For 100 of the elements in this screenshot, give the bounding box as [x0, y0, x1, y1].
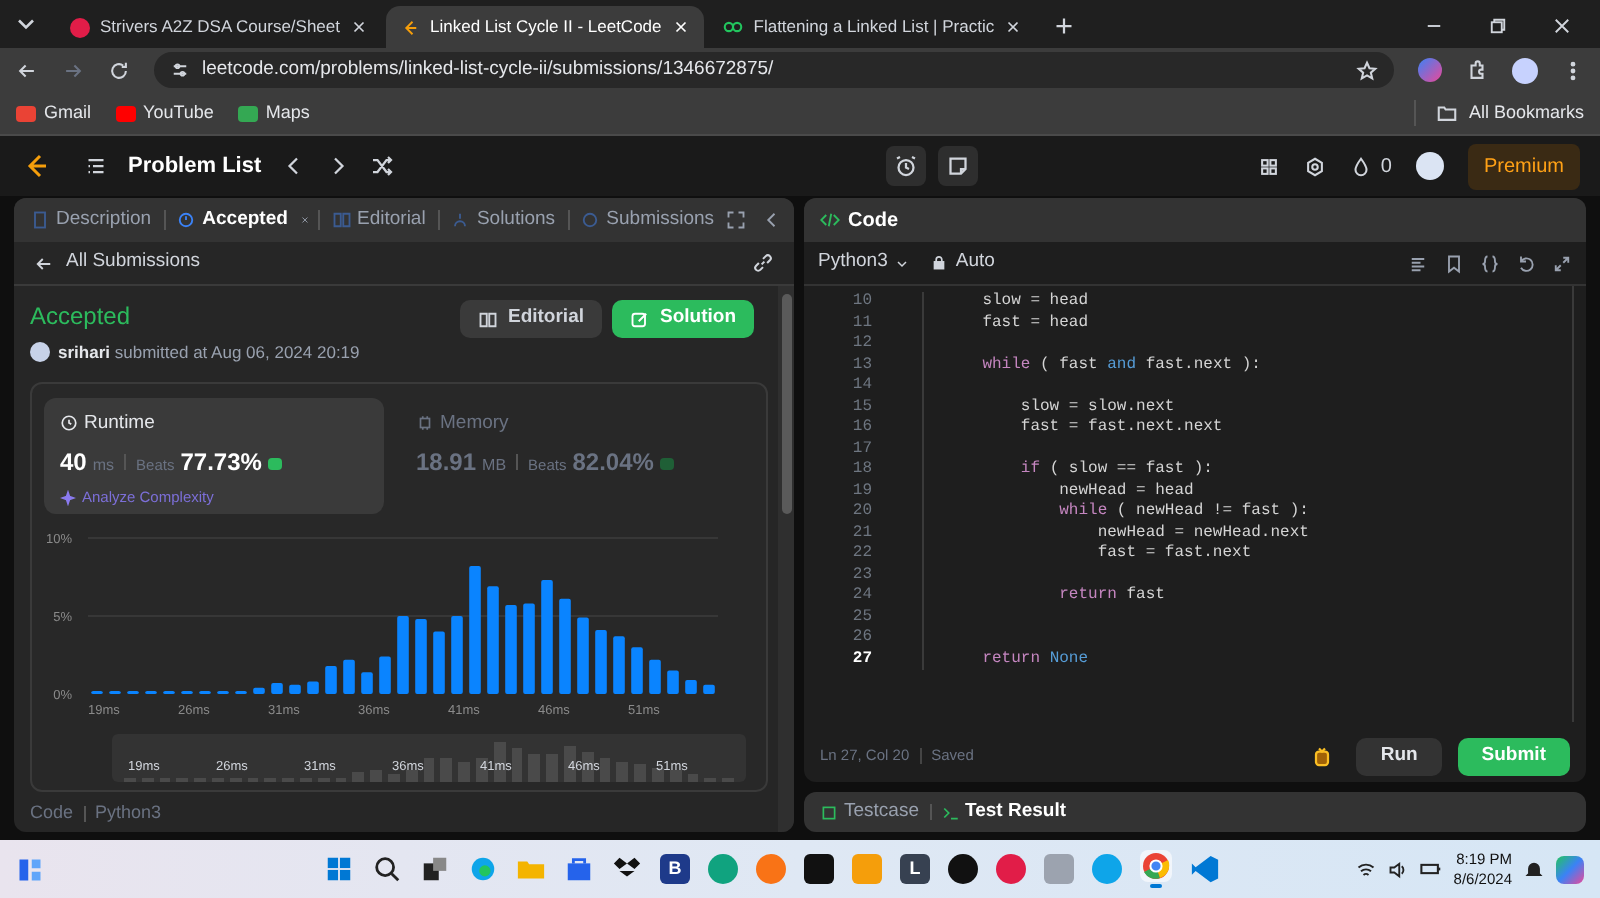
wifi-icon[interactable] [1355, 859, 1376, 879]
back-icon[interactable] [16, 59, 38, 81]
chrome-icon[interactable] [1140, 850, 1172, 882]
app-icon[interactable] [804, 854, 834, 884]
trophy-icon [267, 458, 282, 470]
close-icon[interactable] [350, 18, 368, 36]
problem-list-link[interactable]: Problem List [128, 149, 262, 183]
browser-tab[interactable]: Linked List Cycle II - LeetCode [386, 6, 704, 48]
windows-icon[interactable] [324, 854, 354, 884]
all-submissions-link[interactable]: All Submissions [66, 248, 201, 278]
bookmark-link[interactable]: YouTube [143, 99, 214, 127]
extension-icon[interactable] [1418, 58, 1442, 82]
speaker-icon[interactable] [1387, 859, 1408, 879]
app-icon[interactable]: B [660, 854, 690, 884]
bar[interactable] [649, 659, 661, 694]
scrollbar[interactable] [778, 286, 794, 832]
bar[interactable] [343, 659, 355, 694]
bar[interactable] [289, 684, 301, 694]
circle-icon [580, 210, 601, 230]
avatar-icon[interactable] [1512, 57, 1538, 83]
code-editor-icon[interactable] [1190, 854, 1220, 884]
bookmark-icon[interactable] [1444, 253, 1464, 273]
editorial-button[interactable]: Editorial [459, 300, 602, 338]
console-tab[interactable]: Testcase [820, 797, 919, 827]
alarm-clock-icon [893, 154, 918, 178]
link-icon[interactable] [752, 252, 774, 274]
close-icon[interactable] [1552, 16, 1572, 36]
new-tab-icon[interactable] [1052, 14, 1077, 38]
panel-tab[interactable]: Submissions [576, 205, 719, 235]
line-number: 17 [850, 437, 874, 461]
console-tab[interactable]: Test Result [941, 797, 1067, 827]
bar[interactable] [307, 681, 319, 694]
line-number: 19 [850, 479, 874, 503]
close-icon[interactable] [671, 18, 690, 36]
edit-icon [630, 309, 650, 329]
premium-button[interactable]: Premium [1467, 143, 1580, 189]
app-icon[interactable]: L [900, 854, 930, 884]
reset-icon[interactable] [1516, 253, 1536, 273]
star-icon[interactable] [1356, 59, 1378, 81]
bell-icon[interactable] [1524, 859, 1544, 879]
browser-tab[interactable]: Flattening a Linked List | Practic [707, 6, 1037, 48]
line-number: 15 [850, 395, 874, 419]
close-icon[interactable] [1004, 18, 1023, 36]
browser-icon[interactable] [468, 854, 498, 884]
footer-label: Code [30, 799, 74, 826]
expand-icon[interactable] [1552, 253, 1572, 273]
tab-title: Flattening a Linked List | Practic [753, 14, 995, 40]
bar[interactable] [631, 646, 643, 694]
line-number: 14 [850, 374, 874, 399]
settings-icon[interactable] [1304, 155, 1327, 177]
copilot-icon[interactable] [1556, 855, 1584, 883]
bar[interactable] [271, 682, 283, 694]
address-field[interactable]: leetcode.com/problems/linked-list-cycle-ii/submissions/1346672875/ [154, 52, 1394, 88]
puzzle-icon[interactable] [1466, 59, 1488, 81]
forward-icon[interactable] [62, 59, 84, 81]
timer-button[interactable] [885, 146, 926, 186]
bar[interactable] [685, 679, 697, 694]
browser-tab[interactable]: Strivers A2Z DSA Course/Sheet [56, 6, 382, 48]
metric-value: 40 [60, 446, 87, 480]
panel-tab[interactable]: Accepted [172, 205, 292, 235]
line-number: 22 [850, 542, 874, 567]
braces-icon[interactable] [1480, 253, 1500, 273]
checkbox-icon [820, 803, 838, 821]
bar[interactable] [667, 670, 679, 694]
notes-button[interactable] [937, 146, 978, 186]
grid-icon[interactable] [1258, 155, 1281, 177]
shopping-bag-icon[interactable] [564, 854, 594, 884]
debugger-icon[interactable] [1310, 744, 1335, 768]
fullscreen-icon[interactable] [726, 210, 747, 230]
bar[interactable] [325, 665, 337, 694]
shuffle-icon[interactable] [369, 154, 394, 178]
bookmark-link[interactable]: Maps [265, 99, 310, 127]
history-icon [176, 210, 197, 230]
bookmark-link[interactable]: Gmail [44, 99, 92, 127]
trophy-icon [659, 458, 674, 470]
run-button[interactable]: Run [1356, 737, 1442, 775]
restore-icon[interactable] [1488, 16, 1508, 36]
widgets-icon[interactable] [16, 855, 44, 883]
panel-tab[interactable]: Description [26, 205, 156, 235]
battery-icon[interactable] [1419, 858, 1442, 880]
code-line: newHead = newHead.next [1095, 521, 1309, 544]
list-icon[interactable] [84, 154, 108, 178]
back-arrow-icon[interactable] [34, 253, 54, 273]
task-view-icon[interactable] [420, 854, 450, 884]
chip-icon [416, 414, 434, 433]
bar[interactable] [703, 684, 715, 694]
panel-tab[interactable]: Editorial [327, 205, 430, 235]
format-icon[interactable] [1408, 253, 1428, 273]
bar[interactable] [613, 635, 625, 694]
bar[interactable] [253, 687, 265, 694]
reload-icon[interactable] [108, 59, 130, 81]
language-select[interactable]: Python3 [818, 248, 910, 278]
line-number: 27 [850, 647, 874, 672]
bar[interactable] [361, 671, 373, 694]
submission-info: srihari submitted at Aug 06, 2024 20:19 [58, 340, 360, 366]
panel-tab[interactable]: Solutions [446, 205, 560, 235]
search-icon[interactable] [372, 854, 402, 884]
app-icon[interactable] [948, 854, 978, 884]
bookmark-link[interactable]: All Bookmarks [1468, 99, 1584, 127]
avatar-icon[interactable] [1415, 152, 1444, 180]
